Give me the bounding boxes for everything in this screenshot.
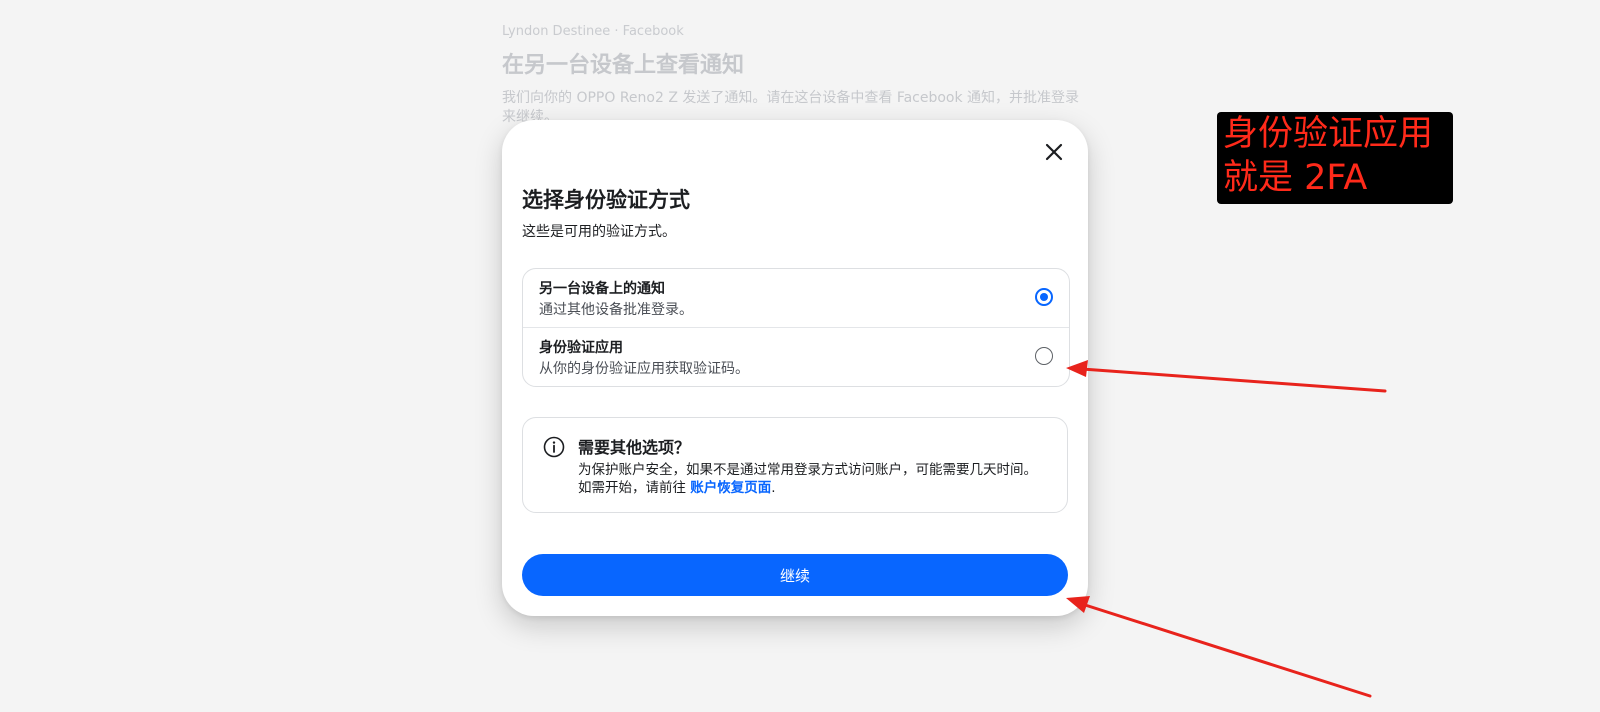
option-device-notification[interactable]: 另一台设备上的通知 通过其他设备批准登录。 [523,269,1069,327]
auth-method-dialog: 选择身份验证方式 这些是可用的验证方式。 另一台设备上的通知 通过其他设备批准登… [502,120,1088,616]
info-body-suffix: . [771,480,776,496]
annotation-line-2: 就是 2FA [1223,158,1368,198]
option-authenticator-app[interactable]: 身份验证应用 从你的身份验证应用获取验证码。 [523,327,1069,386]
arrow-to-continue-button [1066,596,1372,698]
continue-button[interactable]: 继续 [522,554,1068,596]
option-description: 从你的身份验证应用获取验证码。 [539,361,749,377]
option-title: 另一台设备上的通知 [539,281,665,297]
info-title: 需要其他选项？ [578,438,691,457]
annotation-line-1: 身份验证应用 [1223,114,1434,154]
radio-unselected[interactable] [1035,347,1053,365]
option-title: 身份验证应用 [539,340,623,356]
radio-selected[interactable] [1035,288,1053,306]
annotation-text: 身份验证应用 就是 2FA [1223,112,1433,200]
auth-options-list: 另一台设备上的通知 通过其他设备批准登录。 身份验证应用 从你的身份验证应用获取… [522,268,1070,387]
option-description: 通过其他设备批准登录。 [539,302,693,318]
other-options-info: 需要其他选项？ 为保护账户安全，如果不是通过常用登录方式访问账户，可能需要几天时… [522,417,1068,513]
background-title: 在另一台设备上查看通知 [502,53,745,78]
account-recovery-link[interactable]: 账户恢复页面 [690,480,771,496]
arrow-to-authenticator-option [1066,360,1387,393]
annotation-callout: 身份验证应用 就是 2FA [1217,112,1453,204]
background-page: Lyndon Destinee · Facebook 在另一台设备上查看通知 我… [502,24,1092,127]
close-icon[interactable] [1040,138,1068,166]
info-body-text: 为保护账户安全，如果不是通过常用登录方式访问账户，可能需要几天时间。如需开始，请… [578,462,1037,496]
account-label: Lyndon Destinee · Facebook [502,24,684,39]
dialog-title: 选择身份验证方式 [522,188,690,212]
dialog-subtitle: 这些是可用的验证方式。 [522,224,676,240]
info-body: 为保护账户安全，如果不是通过常用登录方式访问账户，可能需要几天时间。如需开始，请… [578,461,1048,497]
info-icon [543,436,565,458]
